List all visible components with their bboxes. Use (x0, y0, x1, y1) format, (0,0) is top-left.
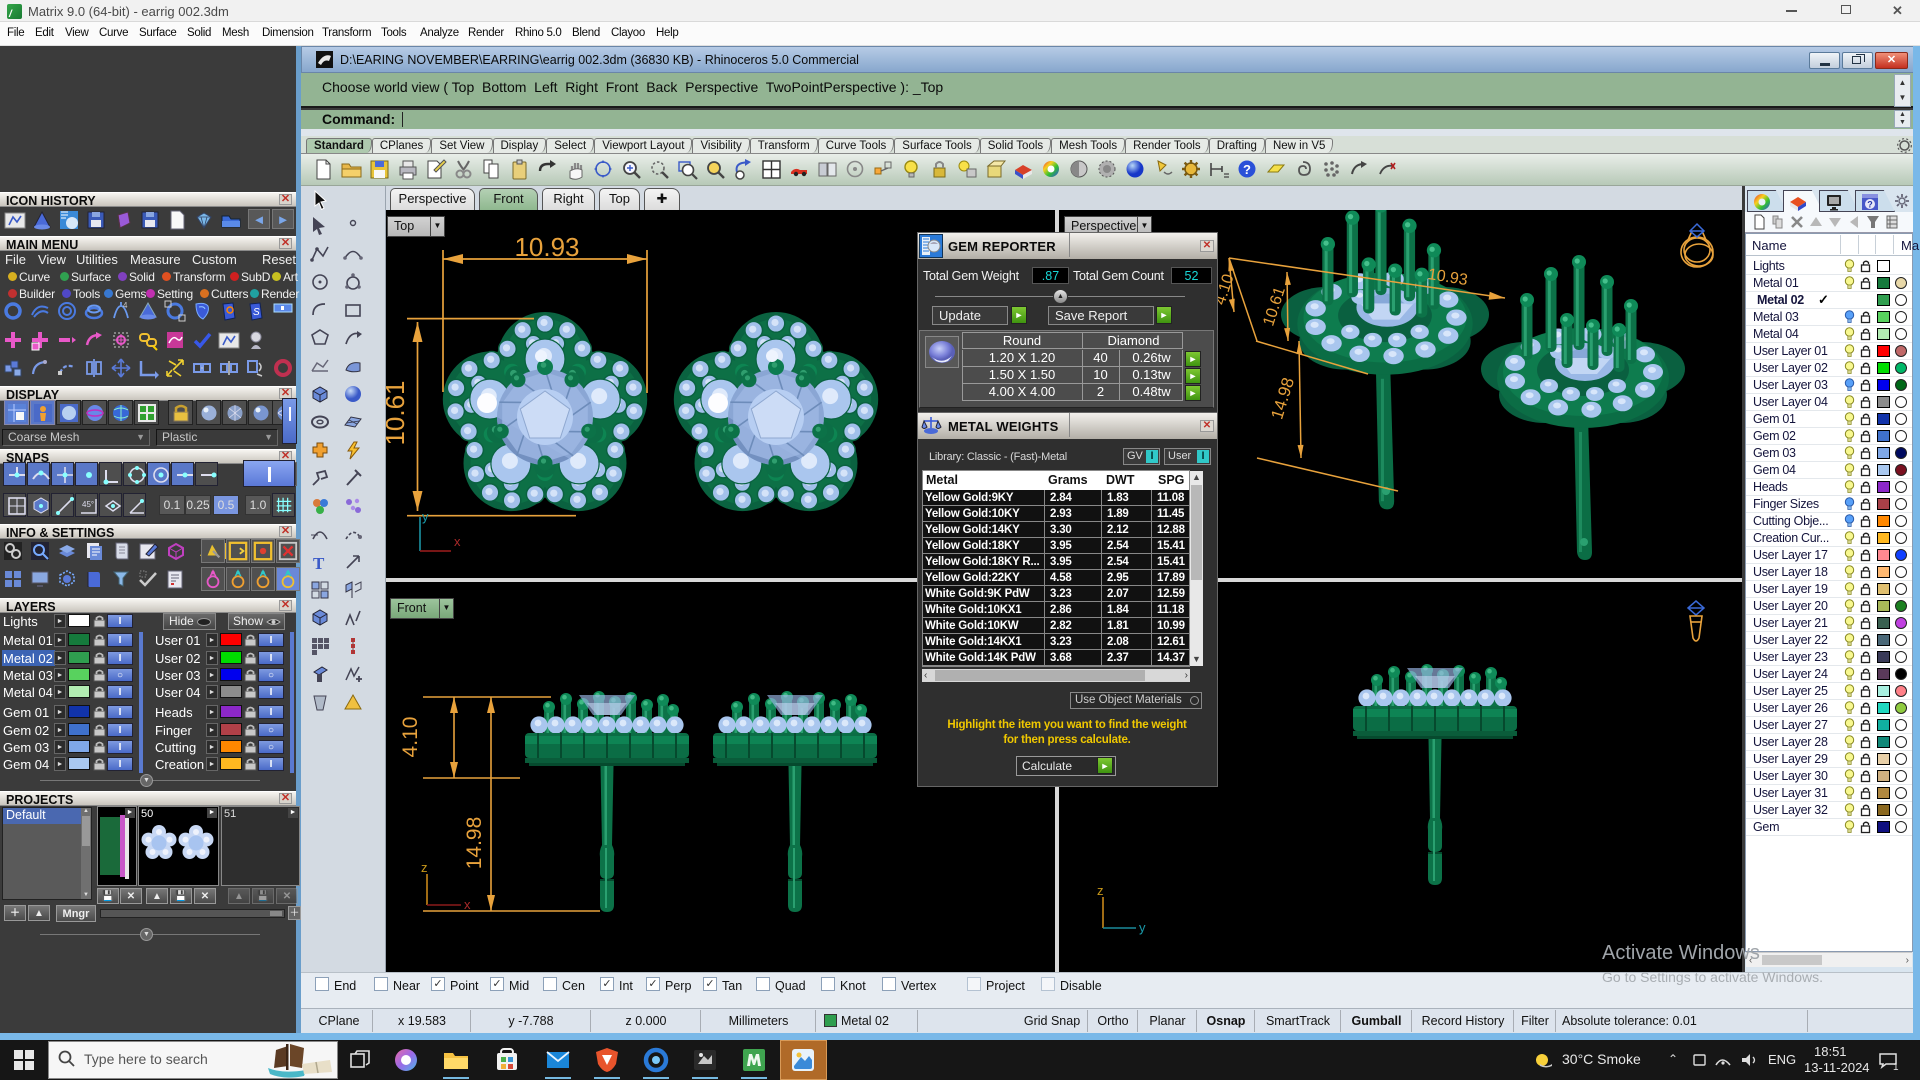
svg-text:S: S (253, 307, 260, 318)
svg-text:y: y (1139, 920, 1146, 935)
svg-text:?: ? (1867, 200, 1873, 210)
svg-text:10.93: 10.93 (514, 232, 579, 262)
svg-text:T: T (313, 554, 325, 573)
svg-text:?: ? (1243, 162, 1251, 177)
svg-text:x: x (454, 534, 461, 549)
svg-text:4: 4 (123, 301, 128, 310)
svg-text:z: z (1097, 883, 1104, 898)
svg-text:z: z (421, 860, 428, 875)
svg-text:14.98: 14.98 (463, 817, 486, 870)
svg-text:10.61: 10.61 (386, 380, 410, 445)
svg-text:y: y (422, 509, 429, 524)
svg-text:x: x (464, 897, 471, 912)
svg-text:45°: 45° (82, 500, 94, 509)
svg-text:4.10: 4.10 (399, 717, 422, 758)
